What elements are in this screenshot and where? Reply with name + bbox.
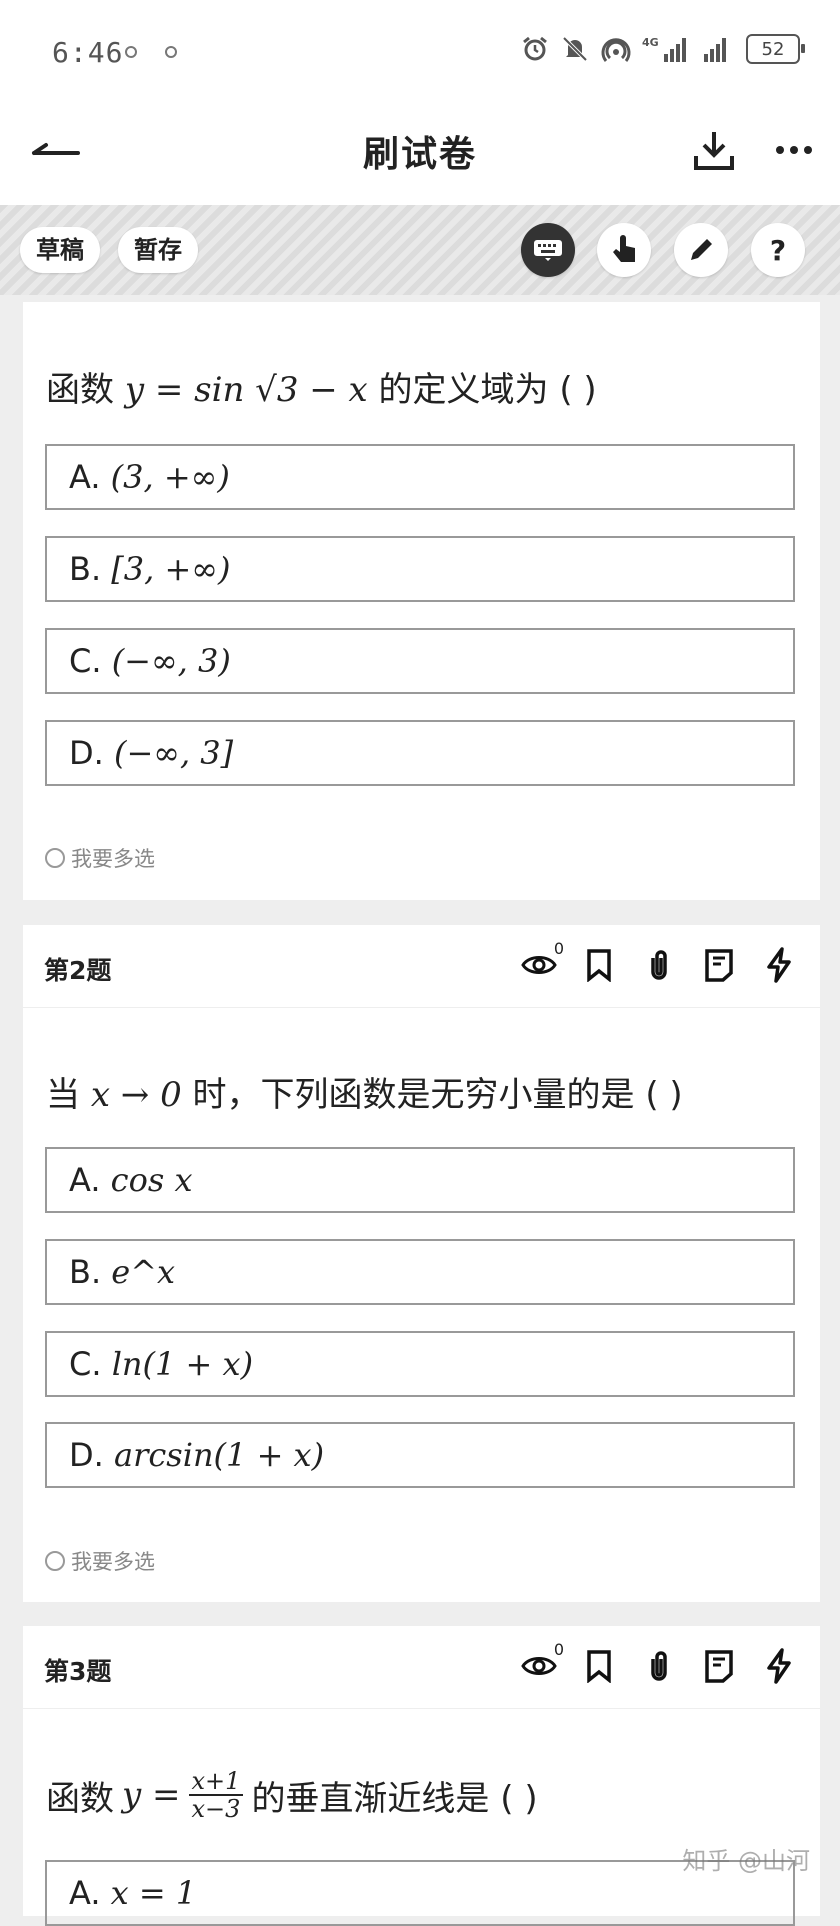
pencil-icon (691, 239, 712, 260)
multi-select-toggle[interactable]: 我要多选 (45, 843, 155, 873)
question-card-1: 函数 y = sin √3 − x 的定义域为 ( ) A. (3, +∞) B… (23, 302, 820, 900)
option-b[interactable]: B. e^x (45, 1239, 795, 1305)
touch-mode-button[interactable] (597, 223, 651, 277)
temp-save-button[interactable]: 暂存 (118, 227, 198, 273)
eye-icon[interactable]: 0 (520, 1640, 564, 1686)
question-icon: ? (769, 233, 787, 267)
radio-icon (45, 1551, 65, 1571)
alarm-icon (523, 36, 547, 61)
watermark: 知乎 @山河 (682, 1847, 810, 1875)
fraction: x+1 x−3 (188, 1768, 244, 1823)
question-header: 第2题 0 (23, 925, 820, 1008)
option-c[interactable]: C. ln(1 + x) (45, 1331, 795, 1397)
hand-pointer-icon (613, 235, 635, 262)
question-header: 第3题 0 (23, 1626, 820, 1709)
notification-dot-icon (165, 46, 177, 58)
question-tools: 0 (520, 1640, 798, 1686)
bookmark-icon[interactable] (580, 1646, 618, 1686)
radio-icon (45, 848, 65, 868)
option-d[interactable]: D. arcsin(1 + x) (45, 1422, 795, 1488)
download-button[interactable] (690, 126, 738, 174)
option-d[interactable]: D. (−∞, 3] (45, 720, 795, 786)
signal-icon (704, 38, 726, 62)
eye-icon[interactable]: 0 (520, 939, 564, 985)
attachment-icon[interactable] (640, 1646, 678, 1686)
option-c[interactable]: C. (−∞, 3) (45, 628, 795, 694)
lightning-icon[interactable] (760, 945, 798, 985)
help-button[interactable]: ? (751, 223, 805, 277)
question-text: 函数 y = sin √3 − x 的定义域为 ( ) (46, 370, 597, 410)
option-a[interactable]: A. cos x (45, 1147, 795, 1213)
option-a[interactable]: A. (3, +∞) (45, 444, 795, 510)
lightning-icon[interactable] (760, 1646, 798, 1686)
bookmark-icon[interactable] (580, 945, 618, 985)
question-text: 函数 y = x+1 x−3 的垂直渐近线是 ( ) (46, 1767, 538, 1824)
hotspot-icon (601, 38, 631, 62)
option-b[interactable]: B. [3, +∞) (45, 536, 795, 602)
notification-dot-icon (125, 46, 137, 58)
keyboard-button[interactable] (521, 223, 575, 277)
question-number: 第2题 (44, 956, 112, 985)
svg-text:4G: 4G (642, 36, 659, 49)
multi-select-toggle[interactable]: 我要多选 (45, 1546, 155, 1576)
mute-bell-icon (562, 36, 588, 62)
question-tools: 0 (520, 939, 798, 985)
pen-button[interactable] (674, 223, 728, 277)
more-options-button[interactable] (770, 126, 818, 174)
question-number: 第3题 (44, 1657, 112, 1686)
attachment-icon[interactable] (640, 945, 678, 985)
status-icons: 4G 52 (520, 34, 805, 64)
status-time: 6:46 (52, 36, 124, 69)
question-text: 当 x → 0 时，下列函数是无穷小量的是 ( ) (46, 1075, 683, 1115)
question-card-2: 第2题 0 当 x → 0 时，下列函数是无穷小量的是 ( ) A. cos x… (23, 925, 820, 1602)
status-bar: 6:46 4G 52 (0, 0, 840, 100)
notebook-icon[interactable] (700, 945, 738, 985)
keyboard-icon (534, 240, 562, 261)
notebook-icon[interactable] (700, 1646, 738, 1686)
signal-4g-icon: 4G (642, 36, 686, 62)
draft-button[interactable]: 草稿 (20, 227, 100, 273)
battery-icon: 52 (746, 34, 805, 64)
